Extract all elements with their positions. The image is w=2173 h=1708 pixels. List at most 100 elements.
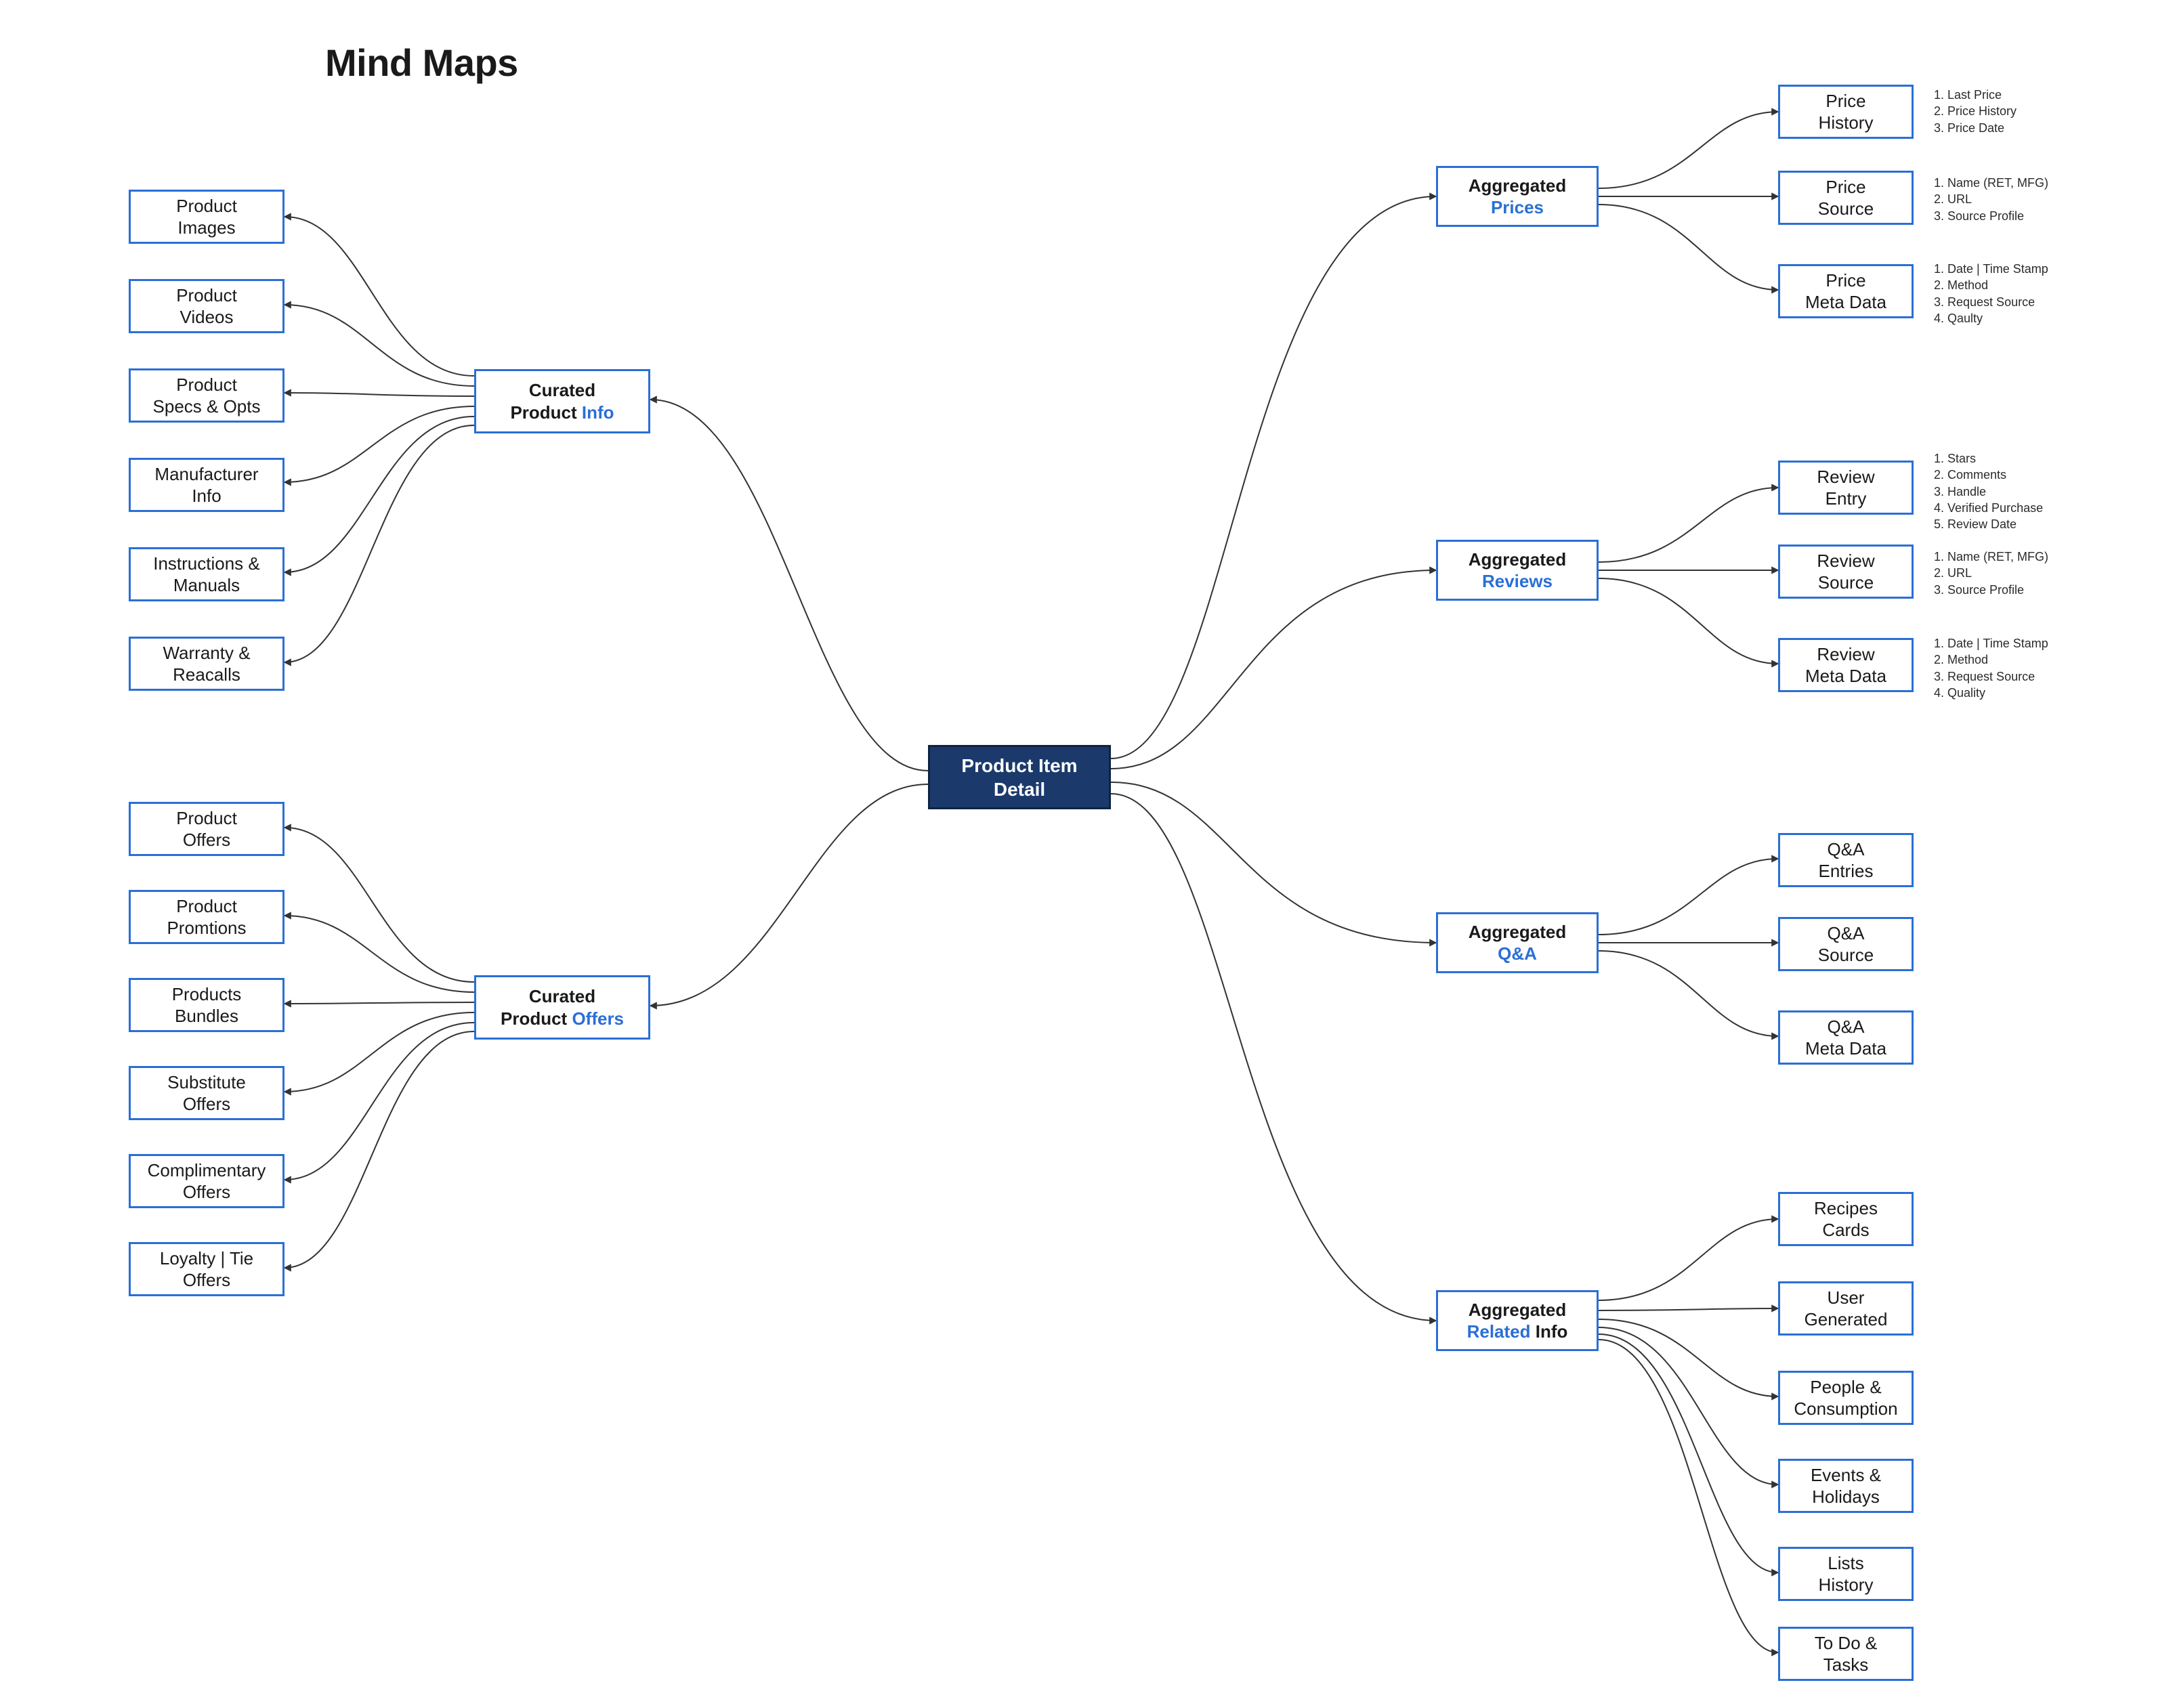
node-text: Review	[1817, 550, 1874, 572]
node-hub-aggregated-related-info: Aggregated Related Info	[1436, 1290, 1599, 1351]
node-text: Loyalty | Tie	[160, 1247, 253, 1270]
annotation-review-meta: 1. Date | Time Stamp 2. Method 3. Reques…	[1934, 635, 2048, 701]
node-text: Source	[1818, 944, 1874, 966]
node-text: History	[1819, 1574, 1874, 1596]
node-text: Videos	[180, 306, 233, 328]
node-leaf-qa-source: Q&ASource	[1778, 917, 1914, 971]
node-hub-aggregated-prices: Aggregated Prices	[1436, 166, 1599, 227]
node-leaf-price-meta-data: PriceMeta Data	[1778, 264, 1914, 318]
node-leaf-lists-history: ListsHistory	[1778, 1547, 1914, 1601]
page-title: Mind Maps	[325, 41, 518, 85]
node-text: Price	[1826, 90, 1865, 112]
node-text: Complimentary	[148, 1159, 266, 1182]
node-hub-curated-product-offers: Curated Product Offers	[474, 975, 650, 1040]
node-leaf-substitute-offers: SubstituteOffers	[129, 1066, 284, 1120]
node-text: Q&A	[1828, 1016, 1865, 1038]
node-leaf-review-meta-data: ReviewMeta Data	[1778, 638, 1914, 692]
node-leaf-product-images: ProductImages	[129, 190, 284, 244]
annotation-price-meta: 1. Date | Time Stamp 2. Method 3. Reques…	[1934, 261, 2048, 326]
node-text: Q&A	[1828, 922, 1865, 945]
node-hub-aggregated-reviews: Aggregated Reviews	[1436, 540, 1599, 601]
node-text: Product Offers	[501, 1008, 624, 1030]
annotation-price-history: 1. Last Price 2. Price History 3. Price …	[1934, 87, 2017, 136]
node-text: Meta Data	[1805, 665, 1886, 687]
node-text: Source	[1818, 198, 1874, 220]
node-leaf-price-history: PriceHistory	[1778, 85, 1914, 139]
node-text: Product	[176, 895, 237, 918]
node-text: Tasks	[1823, 1654, 1868, 1676]
node-text: Offers	[183, 829, 230, 851]
diagram-canvas: Mind Maps	[0, 0, 2173, 1708]
node-text: Lists	[1828, 1552, 1863, 1575]
annotation-review-source: 1. Name (RET, MFG) 2. URL 3. Source Prof…	[1934, 549, 2048, 598]
node-text: Product	[176, 807, 237, 830]
node-root-product-item-detail: Product Item Detail	[928, 745, 1111, 809]
node-text: Manuals	[173, 574, 240, 597]
node-leaf-products-bundles: ProductsBundles	[129, 978, 284, 1032]
node-text: Curated	[529, 985, 595, 1008]
node-leaf-events-holidays: Events &Holidays	[1778, 1459, 1914, 1513]
node-text: Images	[177, 217, 235, 239]
node-text: Manufacturer	[154, 463, 258, 486]
node-text: Source	[1818, 572, 1874, 594]
node-leaf-price-source: PriceSource	[1778, 171, 1914, 225]
node-text: Meta Data	[1805, 1038, 1886, 1060]
node-leaf-loyalty-tie-offers: Loyalty | TieOffers	[129, 1242, 284, 1296]
node-text: Reacalls	[173, 664, 240, 686]
node-hub-curated-product-info: Curated Product Info	[474, 369, 650, 433]
node-text: People &	[1810, 1376, 1882, 1399]
node-text: Substitute	[167, 1071, 246, 1094]
node-text: Cards	[1822, 1219, 1869, 1241]
node-text: Related Info	[1467, 1321, 1568, 1343]
node-text: Product	[176, 284, 237, 307]
node-text: To Do &	[1815, 1632, 1878, 1654]
node-leaf-warranty-recalls: Warranty &Reacalls	[129, 637, 284, 691]
node-text: Products	[172, 983, 242, 1006]
node-text: Entry	[1826, 488, 1867, 510]
node-text: Events &	[1811, 1464, 1881, 1487]
node-leaf-people-consumption: People &Consumption	[1778, 1371, 1914, 1425]
node-text: Q&A	[1498, 943, 1537, 965]
node-leaf-qa-meta-data: Q&AMeta Data	[1778, 1010, 1914, 1065]
node-leaf-user-generated: UserGenerated	[1778, 1281, 1914, 1336]
node-text: Product	[176, 374, 237, 396]
annotation-price-source: 1. Name (RET, MFG) 2. URL 3. Source Prof…	[1934, 175, 2048, 224]
node-text: Product Info	[510, 402, 614, 424]
node-text: Aggregated	[1469, 1299, 1566, 1321]
node-text: Curated	[529, 379, 595, 402]
node-text: Detail	[994, 777, 1045, 801]
node-leaf-todo-tasks: To Do &Tasks	[1778, 1627, 1914, 1681]
node-text: Aggregated	[1469, 549, 1566, 571]
node-text: Promtions	[167, 917, 246, 939]
node-text: Warranty &	[163, 642, 250, 664]
node-text: Generated	[1805, 1308, 1888, 1331]
node-text: Aggregated	[1469, 921, 1566, 943]
node-text: Offers	[183, 1181, 230, 1203]
node-text: Aggregated	[1469, 175, 1566, 197]
node-leaf-product-specs-opts: ProductSpecs & Opts	[129, 368, 284, 423]
node-text: Product	[176, 195, 237, 217]
node-text: Review	[1817, 643, 1874, 666]
node-hub-aggregated-qa: Aggregated Q&A	[1436, 912, 1599, 973]
node-text: Offers	[183, 1093, 230, 1115]
node-text: Reviews	[1482, 570, 1553, 593]
node-leaf-product-videos: ProductVideos	[129, 279, 284, 333]
node-text: Bundles	[175, 1005, 238, 1027]
node-text: Meta Data	[1805, 291, 1886, 314]
node-text: Q&A	[1828, 838, 1865, 861]
node-leaf-instructions-manuals: Instructions &Manuals	[129, 547, 284, 601]
node-text: Entries	[1819, 860, 1874, 882]
node-leaf-complimentary-offers: ComplimentaryOffers	[129, 1154, 284, 1208]
node-text: Specs & Opts	[153, 396, 261, 418]
node-text: Price	[1826, 176, 1865, 198]
node-leaf-product-promotions: ProductPromtions	[129, 890, 284, 944]
node-text: Review	[1817, 466, 1874, 488]
node-leaf-product-offers: ProductOffers	[129, 802, 284, 856]
node-text: Consumption	[1794, 1398, 1897, 1420]
node-text: Price	[1826, 270, 1865, 292]
node-leaf-qa-entries: Q&AEntries	[1778, 833, 1914, 887]
node-text: Holidays	[1812, 1486, 1880, 1508]
annotation-review-entry: 1. Stars 2. Comments 3. Handle 4. Verifi…	[1934, 450, 2043, 532]
node-text: Info	[192, 485, 221, 507]
node-text: Offers	[183, 1269, 230, 1291]
